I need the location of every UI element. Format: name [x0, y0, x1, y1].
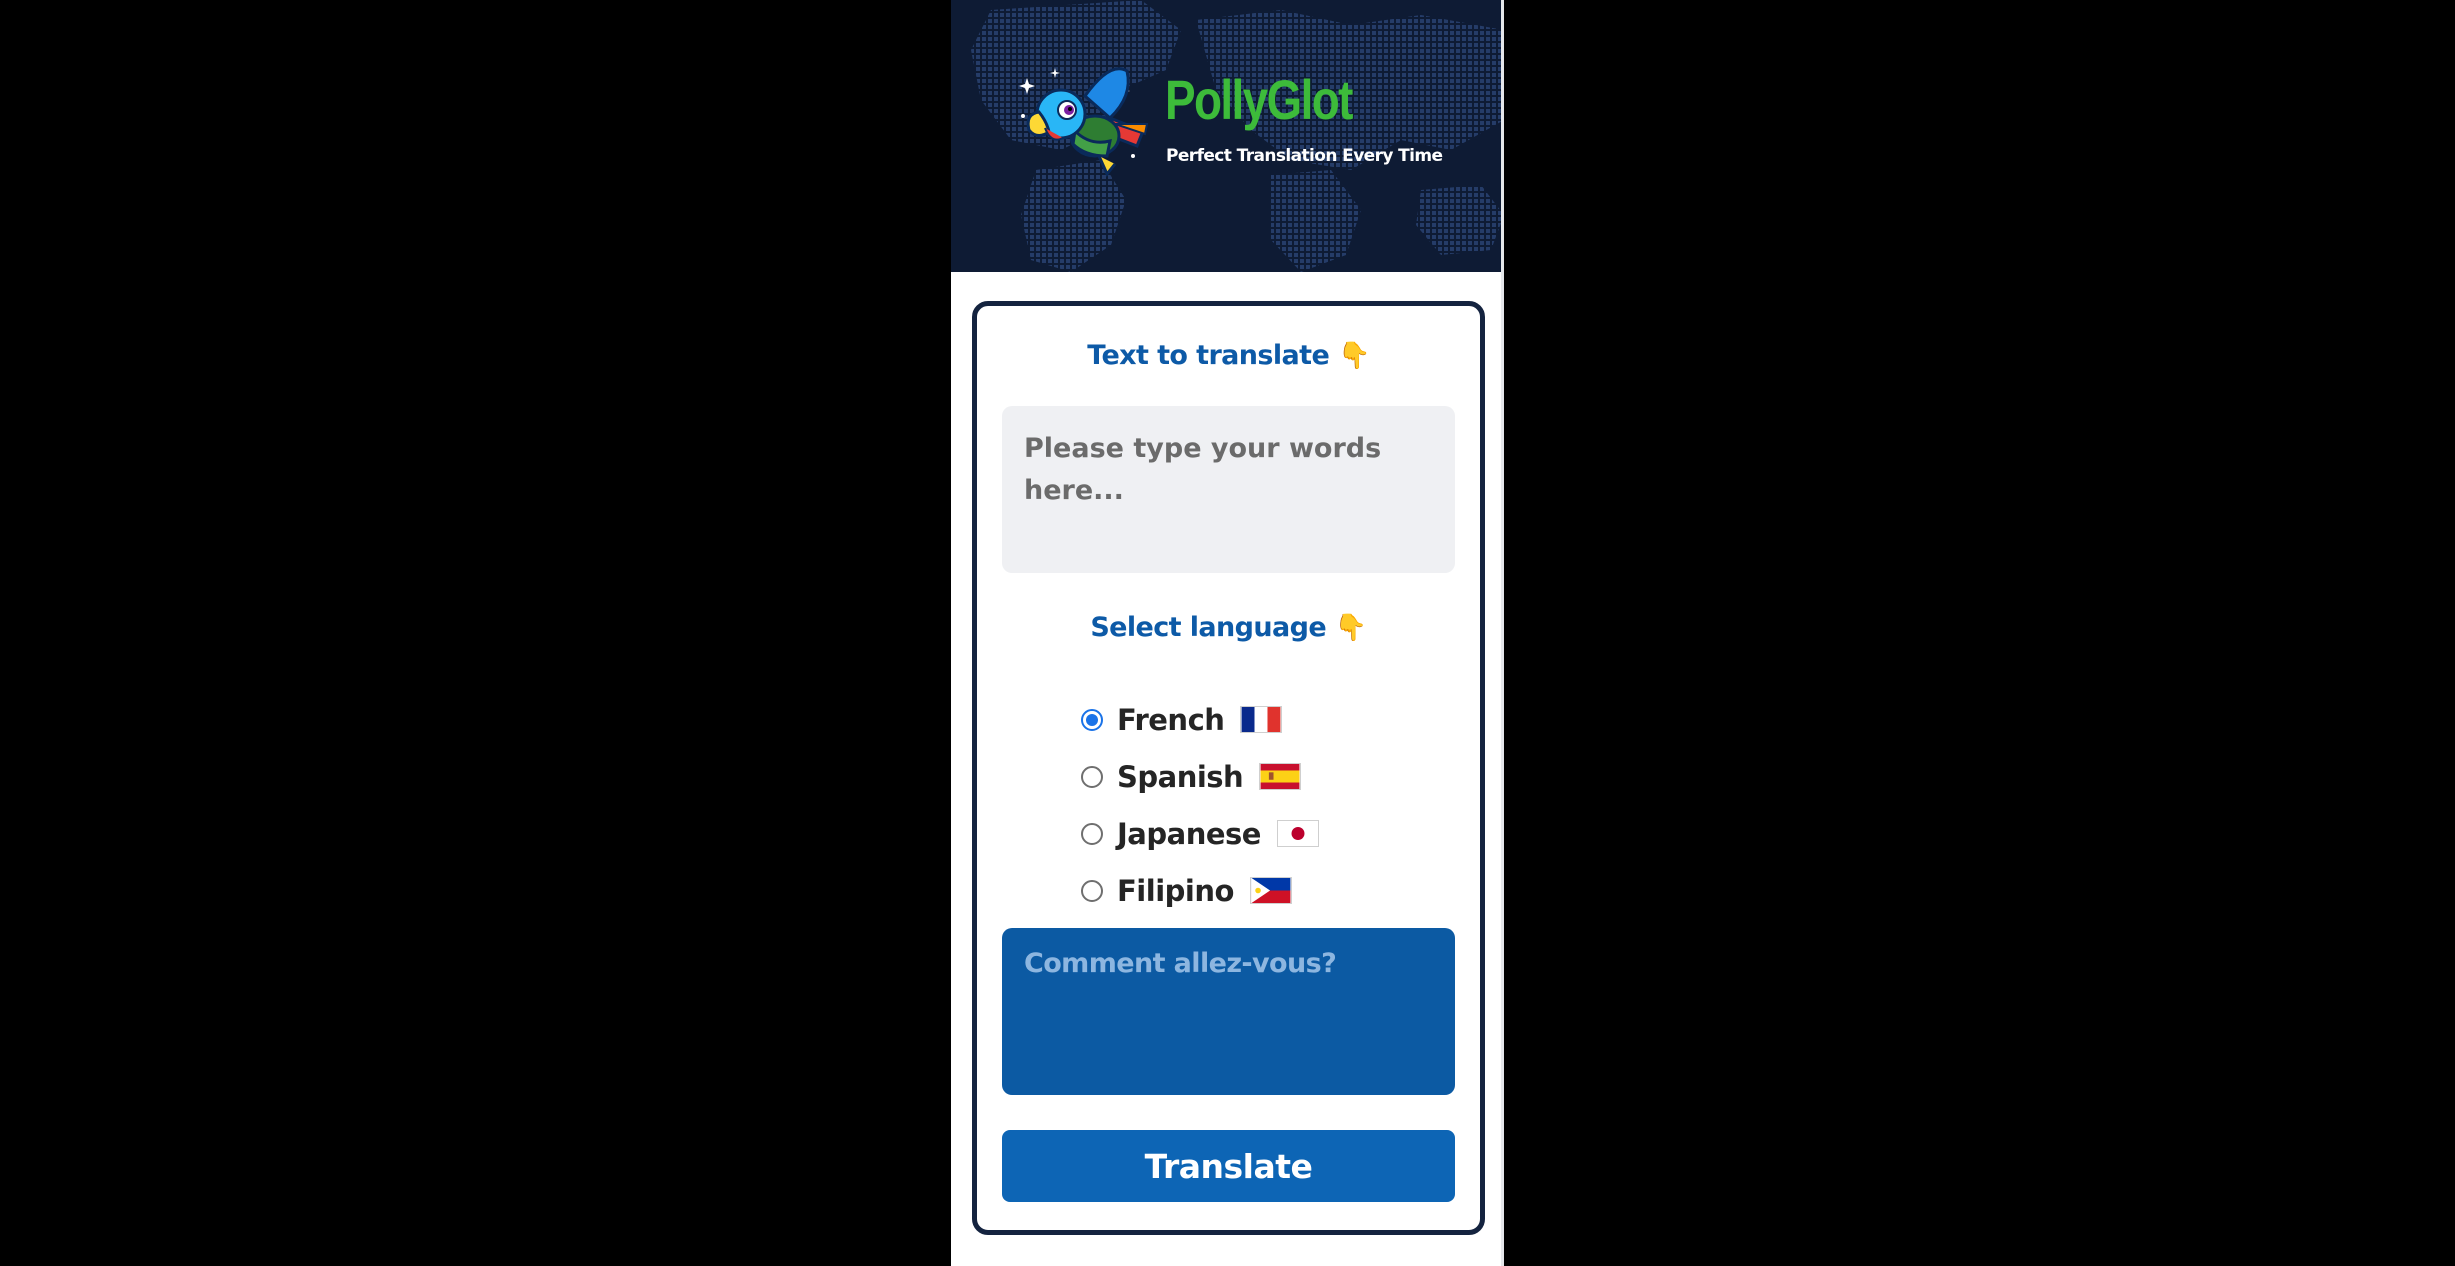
language-option-japanese[interactable]: Japanese [1081, 805, 1401, 862]
japan-flag-icon [1276, 820, 1319, 847]
translation-output: Comment allez-vous? [1002, 928, 1455, 1095]
language-label: Filipino [1117, 873, 1234, 908]
app-header: PollyGlot Perfect Translation Every Time [951, 0, 1501, 272]
language-option-filipino[interactable]: Filipino [1081, 862, 1401, 919]
france-flag-icon [1240, 706, 1283, 733]
text-to-translate-label: Text to translate [1087, 340, 1330, 371]
radio-french[interactable] [1081, 708, 1103, 731]
brand-title: PollyGlot [1165, 68, 1353, 131]
language-label: French [1117, 702, 1225, 737]
app-frame: PollyGlot Perfect Translation Every Time… [951, 0, 1504, 1266]
language-option-french[interactable]: French [1081, 691, 1401, 748]
select-language-label: Select language [1090, 612, 1327, 643]
radio-spanish[interactable] [1081, 765, 1103, 788]
parrot-logo-icon [1015, 56, 1155, 186]
pointing-down-icon: 👇 [1334, 613, 1367, 643]
language-label: Spanish [1117, 759, 1244, 794]
language-options: French Spanish Japanese Filipino [1081, 691, 1401, 919]
select-language-heading: Select language 👇 [977, 612, 1480, 643]
pointing-down-icon: 👇 [1337, 341, 1370, 371]
language-option-spanish[interactable]: Spanish [1081, 748, 1401, 805]
translate-button[interactable]: Translate [1002, 1130, 1455, 1202]
radio-filipino[interactable] [1081, 879, 1103, 902]
translator-card: Text to translate 👇 Select language 👇 Fr… [972, 301, 1485, 1235]
brand-tagline: Perfect Translation Every Time [1166, 146, 1443, 166]
text-input[interactable] [1002, 406, 1455, 573]
philippines-flag-icon [1249, 877, 1292, 904]
language-label: Japanese [1117, 816, 1261, 851]
spain-flag-icon [1259, 763, 1302, 790]
translation-output-text: Comment allez-vous? [1024, 948, 1337, 979]
text-to-translate-heading: Text to translate 👇 [977, 340, 1480, 371]
radio-japanese[interactable] [1081, 822, 1103, 845]
